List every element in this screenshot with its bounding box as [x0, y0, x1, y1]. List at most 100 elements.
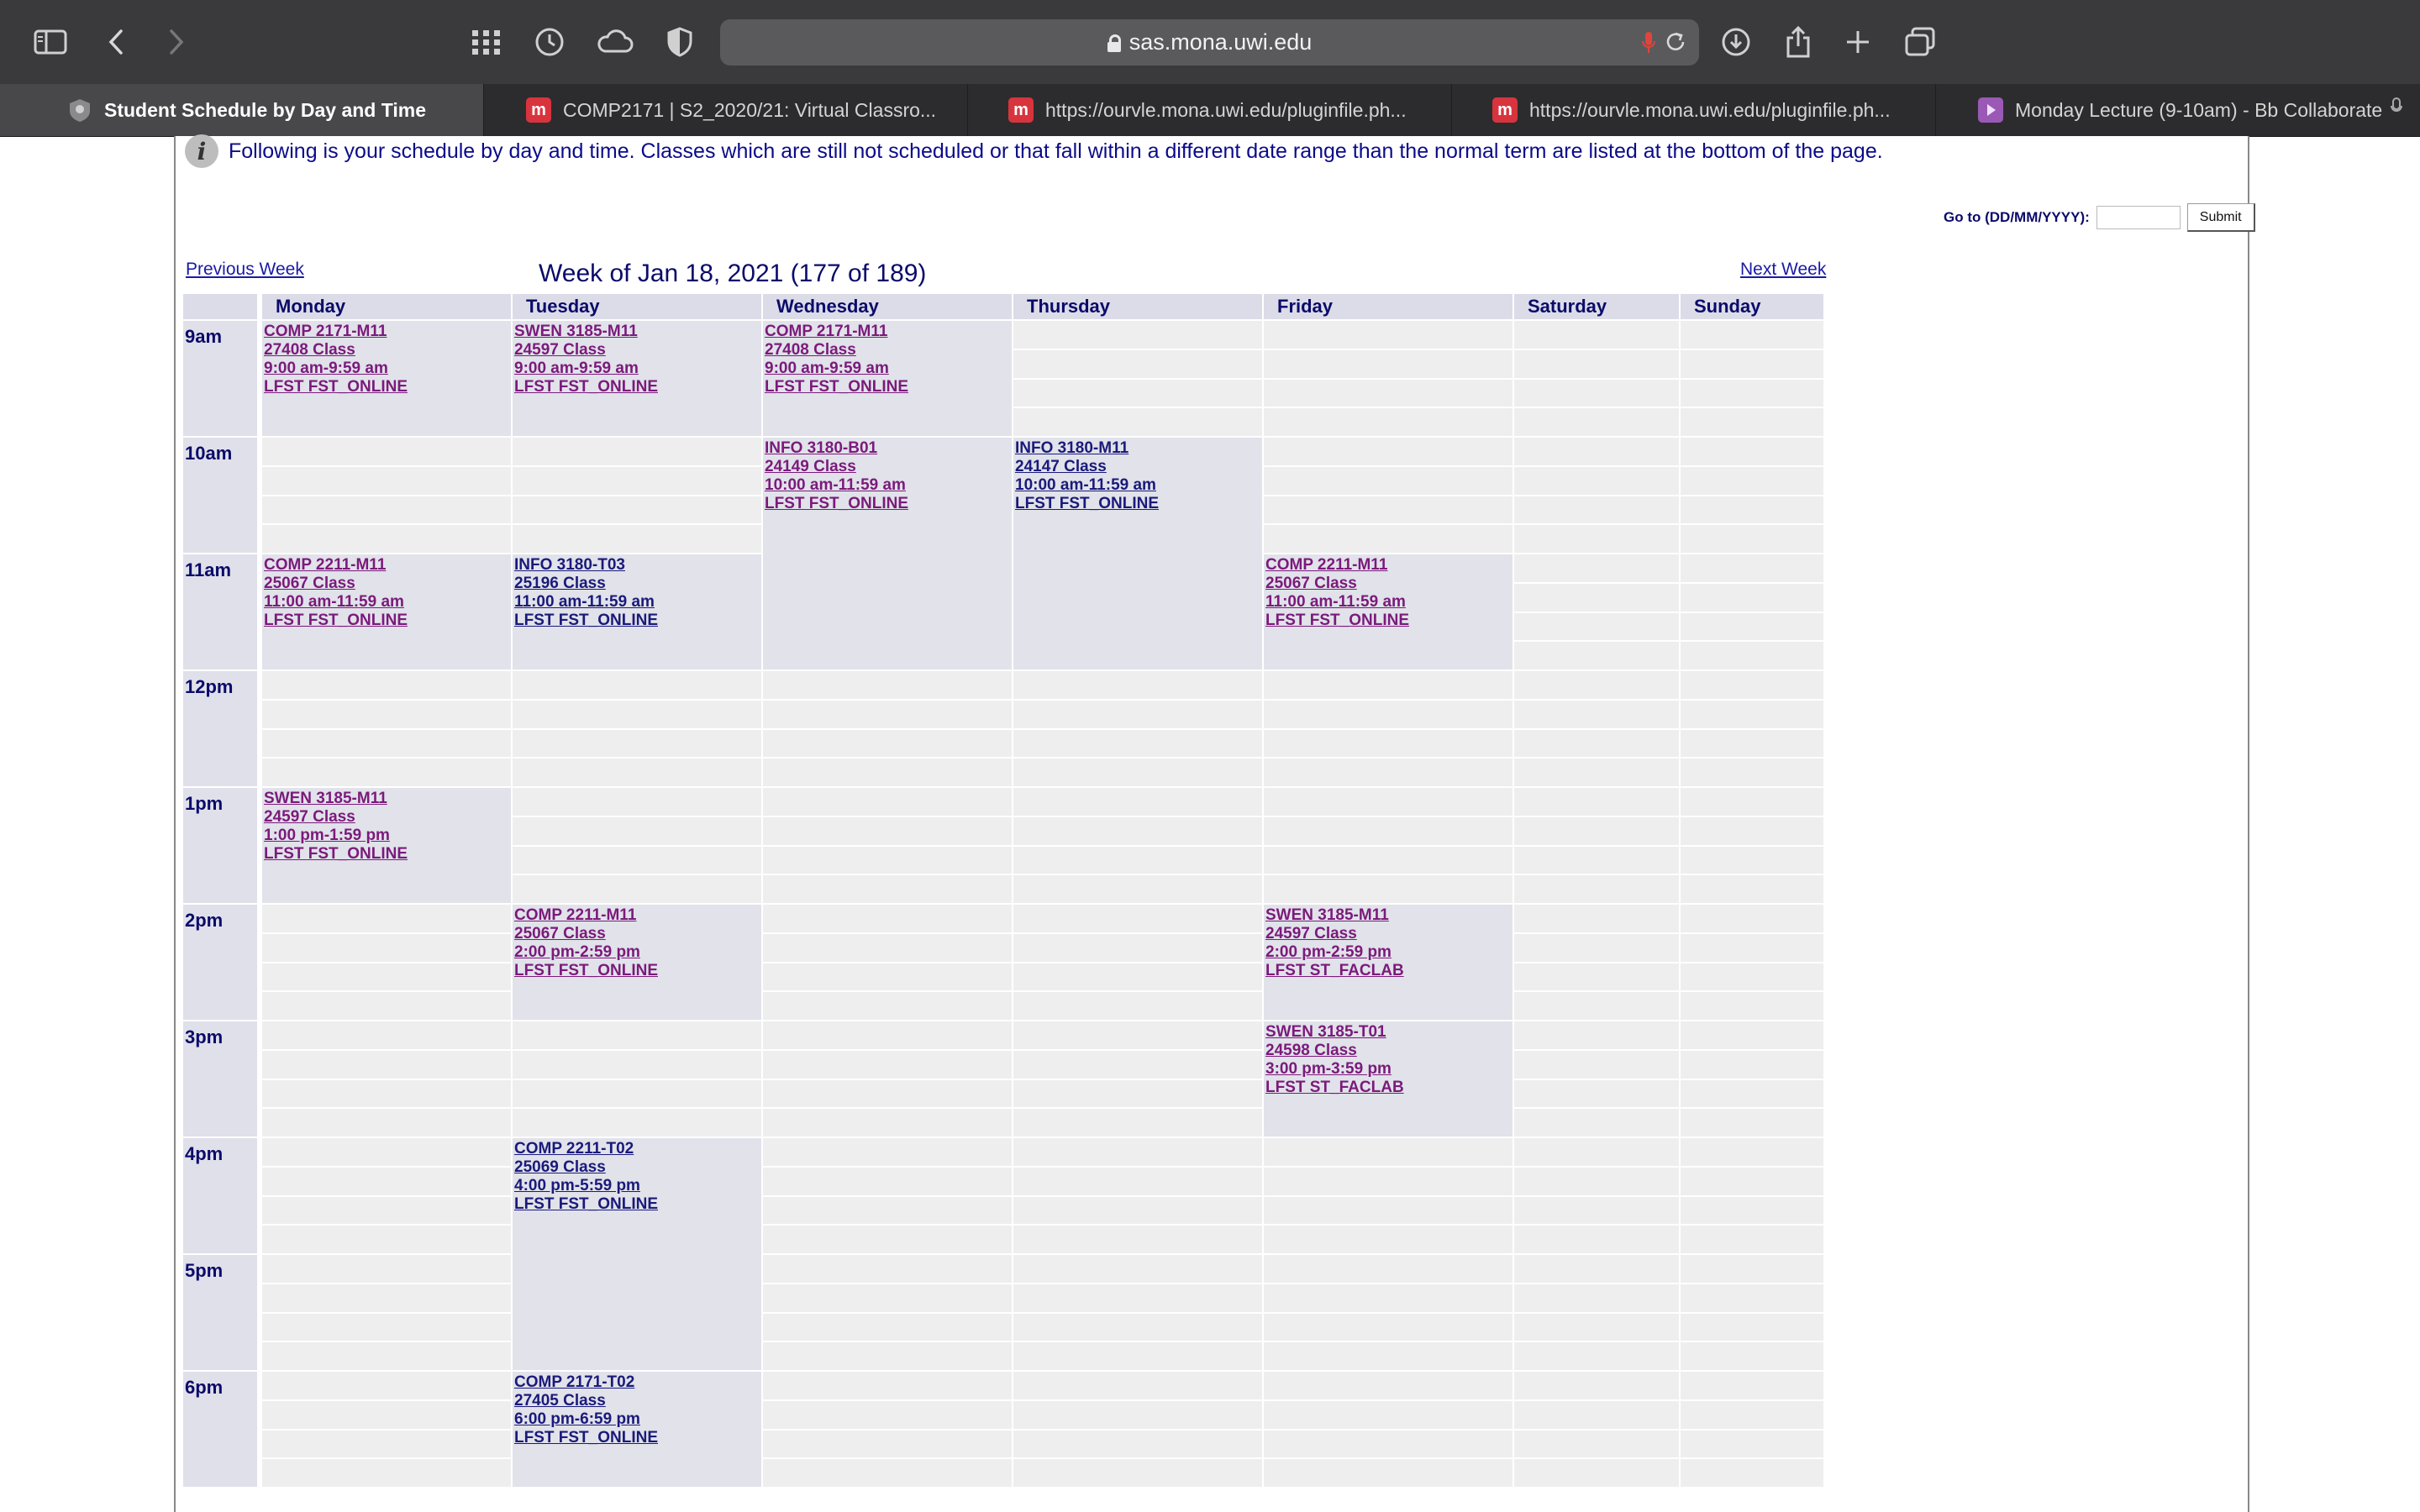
time-slot[interactable] [513, 759, 761, 786]
time-slot[interactable] [262, 438, 511, 465]
time-slot[interactable] [1514, 992, 1679, 1020]
time-slot[interactable] [513, 729, 761, 758]
time-slot[interactable] [262, 1342, 511, 1370]
time-slot[interactable] [1681, 1313, 1823, 1341]
time-slot[interactable] [1514, 379, 1679, 407]
grid-icon[interactable] [471, 29, 502, 55]
time-slot[interactable] [763, 759, 1012, 786]
course-code-link[interactable]: COMP 2171-M11 [264, 323, 509, 341]
class-time-link[interactable]: 9:00 am-9:59 am [264, 360, 509, 378]
time-slot[interactable] [1013, 1313, 1262, 1341]
time-slot[interactable] [513, 1109, 761, 1137]
course-code-link[interactable]: INFO 3180-B01 [765, 439, 1010, 458]
class-location-link[interactable]: LFST FST_ONLINE [1265, 612, 1511, 630]
tab-pluginfile-1[interactable]: m https://ourvle.mona.uwi.edu/pluginfile… [967, 84, 1451, 136]
time-slot[interactable] [1264, 1255, 1512, 1283]
time-slot[interactable] [1264, 1167, 1512, 1195]
time-slot[interactable] [1514, 1196, 1679, 1225]
time-slot[interactable] [763, 1138, 1012, 1166]
time-slot[interactable] [1514, 875, 1679, 903]
time-slot[interactable] [1264, 1400, 1512, 1429]
time-slot[interactable] [1681, 1255, 1823, 1283]
time-slot[interactable] [262, 700, 511, 728]
time-slot[interactable] [763, 1430, 1012, 1458]
time-slot[interactable] [1264, 759, 1512, 786]
time-slot[interactable] [1013, 379, 1262, 407]
time-slot[interactable] [763, 933, 1012, 962]
time-slot[interactable] [1681, 1167, 1823, 1195]
course-code-link[interactable]: COMP 2211-M11 [1265, 556, 1511, 575]
class-time-link[interactable]: 9:00 am-9:59 am [514, 360, 760, 378]
class-location-link[interactable]: LFST FST_ONLINE [514, 1195, 760, 1214]
time-slot[interactable] [1013, 816, 1262, 845]
time-slot[interactable] [1514, 1255, 1679, 1283]
course-code-link[interactable]: SWEN 3185-M11 [1265, 906, 1511, 925]
course-code-link[interactable]: INFO 3180-T03 [514, 556, 760, 575]
address-bar[interactable]: sas.mona.uwi.edu [720, 19, 1699, 66]
time-slot[interactable] [513, 496, 761, 524]
time-slot[interactable] [1514, 1430, 1679, 1458]
history-icon[interactable] [534, 27, 565, 57]
time-slot[interactable] [1514, 963, 1679, 991]
privacy-shield-icon[interactable] [667, 27, 692, 57]
class-number-link[interactable]: 24147 Class [1015, 458, 1260, 476]
time-slot[interactable] [1514, 1138, 1679, 1166]
class-location-link[interactable]: LFST FST_ONLINE [264, 378, 509, 396]
time-slot[interactable] [1514, 1372, 1679, 1399]
time-slot[interactable] [1681, 525, 1823, 553]
time-slot[interactable] [1681, 1079, 1823, 1108]
time-slot[interactable] [1681, 583, 1823, 612]
time-slot[interactable] [1013, 1050, 1262, 1079]
time-slot[interactable] [763, 729, 1012, 758]
submit-button[interactable]: Submit [2186, 203, 2255, 232]
time-slot[interactable] [1681, 1109, 1823, 1137]
time-slot[interactable] [1681, 466, 1823, 495]
time-slot[interactable] [1514, 1342, 1679, 1370]
class-number-link[interactable]: 27408 Class [264, 341, 509, 360]
time-slot[interactable] [1514, 1313, 1679, 1341]
tab-student-schedule[interactable]: Student Schedule by Day and Time [0, 84, 483, 136]
time-slot[interactable] [763, 1167, 1012, 1195]
time-slot[interactable] [1013, 963, 1262, 991]
time-slot[interactable] [763, 671, 1012, 699]
class-location-link[interactable]: LFST FST_ONLINE [765, 378, 1010, 396]
time-slot[interactable] [1013, 1372, 1262, 1399]
time-slot[interactable] [1264, 671, 1512, 699]
time-slot[interactable] [1681, 933, 1823, 962]
new-tab-icon[interactable] [1845, 29, 1870, 55]
time-slot[interactable] [262, 1284, 511, 1312]
class-time-link[interactable]: 4:00 pm-5:59 pm [514, 1177, 760, 1195]
time-slot[interactable] [513, 466, 761, 495]
time-slot[interactable] [262, 933, 511, 962]
time-slot[interactable] [1514, 612, 1679, 641]
time-slot[interactable] [1514, 1400, 1679, 1429]
time-slot[interactable] [1013, 700, 1262, 728]
time-slot[interactable] [1264, 466, 1512, 495]
time-slot[interactable] [513, 1021, 761, 1049]
class-time-link[interactable]: 3:00 pm-3:59 pm [1265, 1060, 1511, 1079]
class-time-link[interactable]: 11:00 am-11:59 am [1265, 593, 1511, 612]
time-slot[interactable] [1264, 1226, 1512, 1253]
time-slot[interactable] [262, 963, 511, 991]
class-number-link[interactable]: 27408 Class [765, 341, 1010, 360]
time-slot[interactable] [1514, 1284, 1679, 1312]
time-slot[interactable] [1681, 1226, 1823, 1253]
course-code-link[interactable]: SWEN 3185-T01 [1265, 1023, 1511, 1042]
goto-date-input[interactable] [2096, 206, 2181, 229]
class-time-link[interactable]: 10:00 am-11:59 am [1015, 476, 1260, 495]
class-number-link[interactable]: 25196 Class [514, 575, 760, 593]
time-slot[interactable] [1514, 1226, 1679, 1253]
back-icon[interactable] [108, 29, 124, 55]
time-slot[interactable] [763, 1313, 1012, 1341]
course-code-link[interactable]: COMP 2211-M11 [264, 556, 509, 575]
time-slot[interactable] [1013, 1079, 1262, 1108]
class-time-link[interactable]: 10:00 am-11:59 am [765, 476, 1010, 495]
time-slot[interactable] [262, 1372, 511, 1399]
time-slot[interactable] [513, 875, 761, 903]
class-location-link[interactable]: LFST FST_ONLINE [514, 378, 760, 396]
time-slot[interactable] [262, 1050, 511, 1079]
time-slot[interactable] [1681, 1372, 1823, 1399]
time-slot[interactable] [1264, 379, 1512, 407]
course-code-link[interactable]: COMP 2171-M11 [765, 323, 1010, 341]
time-slot[interactable] [262, 759, 511, 786]
